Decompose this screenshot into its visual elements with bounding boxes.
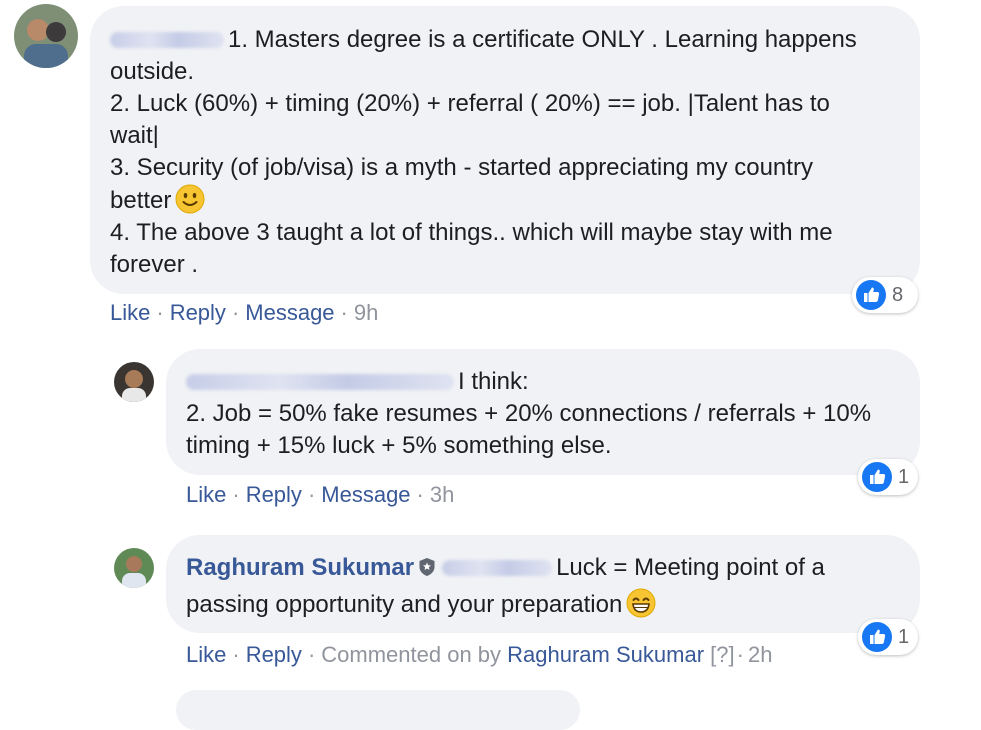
comment-bubble: I think: 2. Job = 50% fake resumes + 20%… — [166, 349, 920, 475]
help-link[interactable]: [?] — [710, 642, 734, 667]
slightly-smiling-face-icon — [175, 184, 205, 214]
commenter-link[interactable]: Raghuram Sukumar — [507, 642, 704, 667]
comment-text: 2. Luck (60%) + timing (20%) + referral … — [110, 90, 830, 117]
separator: · — [307, 482, 316, 507]
timestamp[interactable]: 3h — [430, 482, 454, 507]
next-comment-bubble — [176, 690, 580, 730]
reaction-count: 1 — [898, 625, 910, 648]
comment-text: Luck = Meeting point of a — [556, 554, 825, 581]
separator: · — [340, 300, 348, 325]
commenter-avatar[interactable] — [14, 4, 78, 68]
like-link[interactable]: Like — [186, 642, 226, 667]
like-reaction-icon — [862, 462, 892, 492]
reaction-count: 1 — [898, 465, 910, 488]
blurred-author-name[interactable] — [110, 32, 224, 48]
comment-actions: Like · Reply · Message · 9h — [110, 300, 378, 326]
separator: · — [232, 482, 240, 507]
separator: · — [231, 300, 240, 325]
reaction-summary[interactable]: 8 — [852, 277, 918, 313]
comment-text: 1. Masters degree is a certificate ONLY … — [228, 26, 857, 53]
reaction-summary[interactable]: 1 — [858, 619, 918, 655]
commented-on-by-label: Commented on by — [321, 642, 502, 667]
separator: · — [416, 482, 424, 507]
like-link[interactable]: Like — [110, 300, 150, 325]
grinning-face-icon — [626, 588, 656, 618]
comment-actions: Like · Reply · Message · 3h — [186, 482, 454, 508]
reply-link[interactable]: Reply — [246, 642, 302, 667]
comment-actions: Like · Reply · Commented on by Raghuram Suku… — [186, 642, 772, 668]
comment-text: outside. — [110, 58, 195, 85]
comment-text: forever . — [110, 251, 199, 278]
timestamp[interactable]: 9h — [354, 300, 378, 325]
separator: · — [736, 642, 744, 667]
commenter-avatar[interactable] — [114, 362, 154, 402]
like-reaction-icon — [862, 622, 892, 652]
message-link[interactable]: Message — [245, 300, 334, 325]
comment-text: 3. Security (of job/visa) is a myth - st… — [110, 154, 813, 181]
reply-link[interactable]: Reply — [246, 482, 302, 507]
separator: · — [232, 642, 240, 667]
comment-text: 2. Job = 50% fake resumes + 20% connecti… — [186, 400, 872, 427]
shield-icon — [419, 558, 435, 576]
comment-text: wait| — [110, 122, 159, 149]
comment-bubble: 1. Masters degree is a certificate ONLY … — [90, 6, 920, 294]
like-reaction-icon — [856, 280, 886, 310]
separator: · — [307, 642, 316, 667]
blurred-author-name[interactable] — [186, 374, 454, 390]
comment-text: timing + 15% luck + 5% something else. — [186, 432, 612, 459]
comment-text: 4. The above 3 taught a lot of things.. … — [110, 219, 833, 246]
comment-text: I think: — [458, 368, 529, 395]
reply-link[interactable]: Reply — [170, 300, 226, 325]
comment-text: better — [110, 187, 172, 214]
reaction-count: 8 — [892, 283, 904, 306]
author-name[interactable]: Raghuram Sukumar — [186, 554, 414, 581]
message-link[interactable]: Message — [321, 482, 410, 507]
timestamp[interactable]: 2h — [748, 642, 772, 667]
comment-bubble: Raghuram Sukumar Luck = Meeting point of … — [166, 535, 920, 633]
blurred-author-name[interactable] — [442, 560, 553, 576]
separator: · — [156, 300, 164, 325]
reaction-summary[interactable]: 1 — [858, 459, 918, 495]
commenter-avatar[interactable] — [114, 548, 154, 588]
comment-text: passing opportunity and your preparation — [186, 591, 623, 618]
like-link[interactable]: Like — [186, 482, 226, 507]
